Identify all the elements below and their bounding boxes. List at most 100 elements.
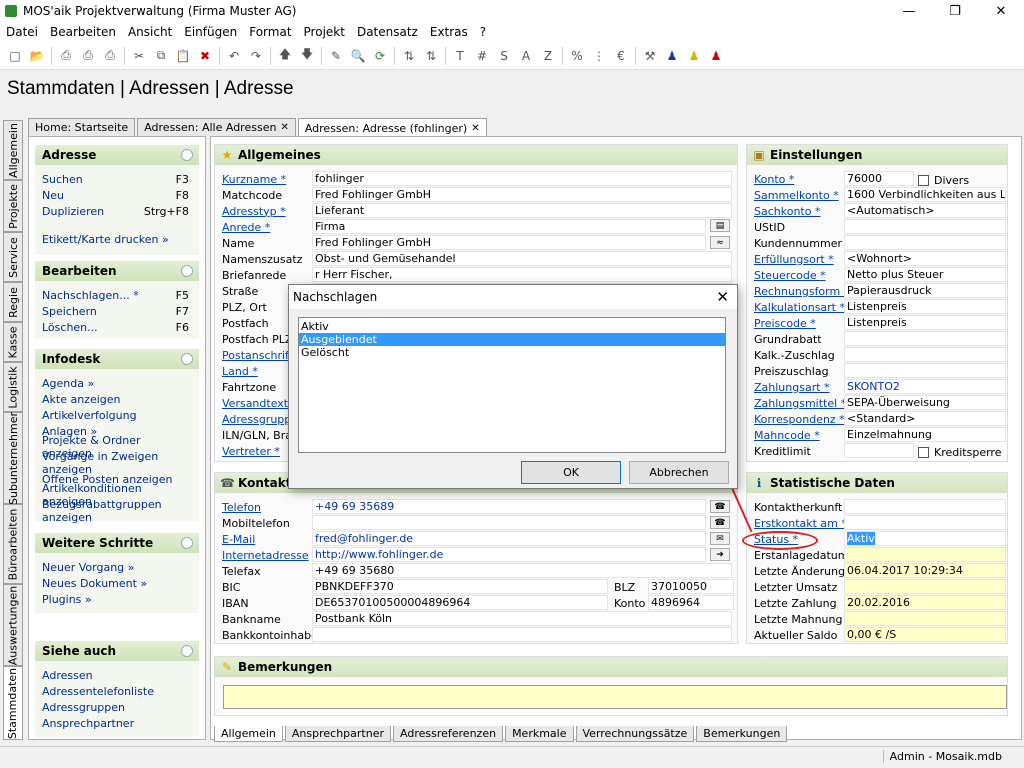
field-value[interactable]: Fred Fohlinger GmbH: [312, 187, 732, 202]
number-format-icon[interactable]: #: [471, 45, 493, 67]
tools-icon[interactable]: ⚒: [639, 45, 661, 67]
section-header[interactable]: Adresse: [35, 145, 199, 165]
field-value[interactable]: [312, 627, 732, 642]
sort-desc-icon[interactable]: ⇅: [420, 45, 442, 67]
menu-projekt[interactable]: Projekt: [298, 25, 351, 39]
checkbox-icon[interactable]: [918, 446, 929, 458]
undo-icon[interactable]: ↶: [223, 45, 245, 67]
ok-button[interactable]: OK: [521, 461, 621, 484]
section-header[interactable]: Siehe auch: [35, 641, 199, 661]
section-header[interactable]: Bearbeiten: [35, 261, 199, 281]
user-red-icon[interactable]: ♟: [705, 45, 727, 67]
s-format-icon[interactable]: S: [493, 45, 515, 67]
field-label[interactable]: Sachkonto *: [754, 203, 820, 219]
collapse-icon[interactable]: [181, 645, 193, 657]
field-label[interactable]: Kalkulationsart *: [754, 299, 845, 315]
vtab-projekte[interactable]: Projekte: [3, 180, 23, 232]
field-value[interactable]: [844, 219, 1006, 234]
field-value[interactable]: 76000: [844, 171, 914, 186]
link-suchen[interactable]: Suchen F3: [35, 171, 199, 187]
field-value[interactable]: [844, 515, 1006, 530]
field-label[interactable]: Versandtext *: [222, 395, 297, 411]
vtab-subunternehmer[interactable]: Subunternehmer: [3, 411, 23, 505]
cancel-button[interactable]: Abbrechen: [629, 461, 729, 484]
arrow-down-icon[interactable]: 🡇: [296, 45, 318, 67]
field-value[interactable]: 1600 Verbindlichkeiten aus L. u. L: [844, 187, 1006, 202]
btab-bemerkungen[interactable]: Bemerkungen: [696, 726, 788, 742]
copy-icon[interactable]: ⧉: [150, 45, 172, 67]
field-value[interactable]: Firma: [312, 219, 706, 234]
field-label[interactable]: Rechnungsform *: [754, 283, 849, 299]
print-icon[interactable]: ⎙: [55, 45, 77, 67]
decimal-icon[interactable]: ⋮: [588, 45, 610, 67]
field-label[interactable]: Steuercode *: [754, 267, 826, 283]
menu-help[interactable]: ?: [474, 25, 492, 39]
link-akte[interactable]: Akte anzeigen: [35, 391, 199, 407]
checkbox-icon[interactable]: [918, 174, 929, 186]
link-adressentelefonliste[interactable]: Adressentelefonliste: [35, 683, 199, 699]
bemerkungen-textarea[interactable]: [223, 685, 1007, 709]
vtab-kasse[interactable]: Kasse: [3, 322, 23, 362]
vtab-logistik[interactable]: Logistik: [3, 362, 23, 412]
field-value[interactable]: Listenpreis: [844, 315, 1006, 330]
btab-allgemein[interactable]: Allgemein: [214, 726, 283, 742]
btab-ansprechpartner[interactable]: Ansprechpartner: [284, 726, 392, 742]
collapse-icon[interactable]: [181, 265, 193, 277]
collapse-icon[interactable]: [181, 537, 193, 549]
field-value[interactable]: [844, 235, 1006, 250]
field-value[interactable]: SKONTO2: [844, 379, 1006, 394]
user-blue-icon[interactable]: ♟: [661, 45, 683, 67]
sort-asc-icon[interactable]: ⇅: [398, 45, 420, 67]
arrow-up-icon[interactable]: 🡅: [274, 45, 296, 67]
field-value[interactable]: [844, 547, 1006, 562]
field-value[interactable]: http://www.fohlinger.de: [312, 547, 706, 562]
close-tab-icon[interactable]: ✕: [471, 123, 479, 134]
field-value[interactable]: +49 69 35680: [312, 563, 732, 578]
menu-datensatz[interactable]: Datensatz: [351, 25, 424, 39]
maximize-icon[interactable]: ❐: [932, 0, 978, 22]
field-value[interactable]: 0,00 € /S: [844, 627, 1006, 642]
field-value[interactable]: [844, 579, 1006, 594]
field-label[interactable]: Zahlungsart *: [754, 379, 830, 395]
link-agenda[interactable]: Agenda »: [35, 375, 199, 391]
link-nachschlagen[interactable]: Nachschlagen... * F5: [35, 287, 199, 303]
edit-pen-icon[interactable]: ✎: [325, 45, 347, 67]
tab-adresse[interactable]: Adressen: Adresse (fohlinger) ✕: [297, 118, 487, 137]
text-format-icon[interactable]: T: [449, 45, 471, 67]
field-label[interactable]: Preiscode *: [754, 315, 816, 331]
new-file-icon[interactable]: □: [4, 45, 26, 67]
field-value[interactable]: [312, 515, 706, 530]
field-label[interactable]: Sammelkonto *: [754, 187, 839, 203]
vtab-bueroarbeiten[interactable]: Büroarbeiten: [3, 504, 23, 584]
open-folder-icon[interactable]: 📂: [26, 45, 48, 67]
field-label[interactable]: Telefon: [222, 499, 261, 515]
paste-icon[interactable]: 📋: [172, 45, 194, 67]
section-header[interactable]: Infodesk: [35, 349, 199, 369]
list-item-ausgeblendet[interactable]: Ausgeblendet: [299, 333, 725, 346]
field-value[interactable]: 20.02.2016: [844, 595, 1006, 610]
field-value[interactable]: fohlinger: [312, 171, 732, 186]
konto-field[interactable]: 4896964: [648, 595, 734, 610]
percent-icon[interactable]: %: [566, 45, 588, 67]
vtab-allgemein[interactable]: Allgemein: [3, 120, 23, 180]
currency-icon[interactable]: €: [610, 45, 632, 67]
field-value[interactable]: 06.04.2017 10:29:34: [844, 563, 1006, 578]
close-icon[interactable]: ✕: [978, 0, 1024, 22]
field-label[interactable]: Land *: [222, 363, 258, 379]
anrede-lookup-button[interactable]: ▤: [710, 219, 730, 232]
field-value[interactable]: Postbank Köln: [312, 611, 732, 626]
collapse-icon[interactable]: [181, 149, 193, 161]
print-preview-icon[interactable]: ⎙: [77, 45, 99, 67]
field-label[interactable]: Vertreter *: [222, 443, 280, 459]
vtab-regie[interactable]: Regie: [3, 282, 23, 322]
field-label[interactable]: Kurzname *: [222, 171, 286, 187]
field-value[interactable]: Einzelmahnung: [844, 427, 1006, 442]
btab-adressreferenzen[interactable]: Adressreferenzen: [393, 726, 504, 742]
link-artikelverfolgung[interactable]: Artikelverfolgung: [35, 407, 199, 423]
menu-einfuegen[interactable]: Einfügen: [178, 25, 243, 39]
send-email-icon[interactable]: ✉: [710, 532, 730, 545]
field-label[interactable]: Internetadresse: [222, 547, 309, 563]
user-yellow-icon[interactable]: ♟: [683, 45, 705, 67]
menu-ansicht[interactable]: Ansicht: [122, 25, 178, 39]
field-label[interactable]: Zahlungsmittel *: [754, 395, 846, 411]
